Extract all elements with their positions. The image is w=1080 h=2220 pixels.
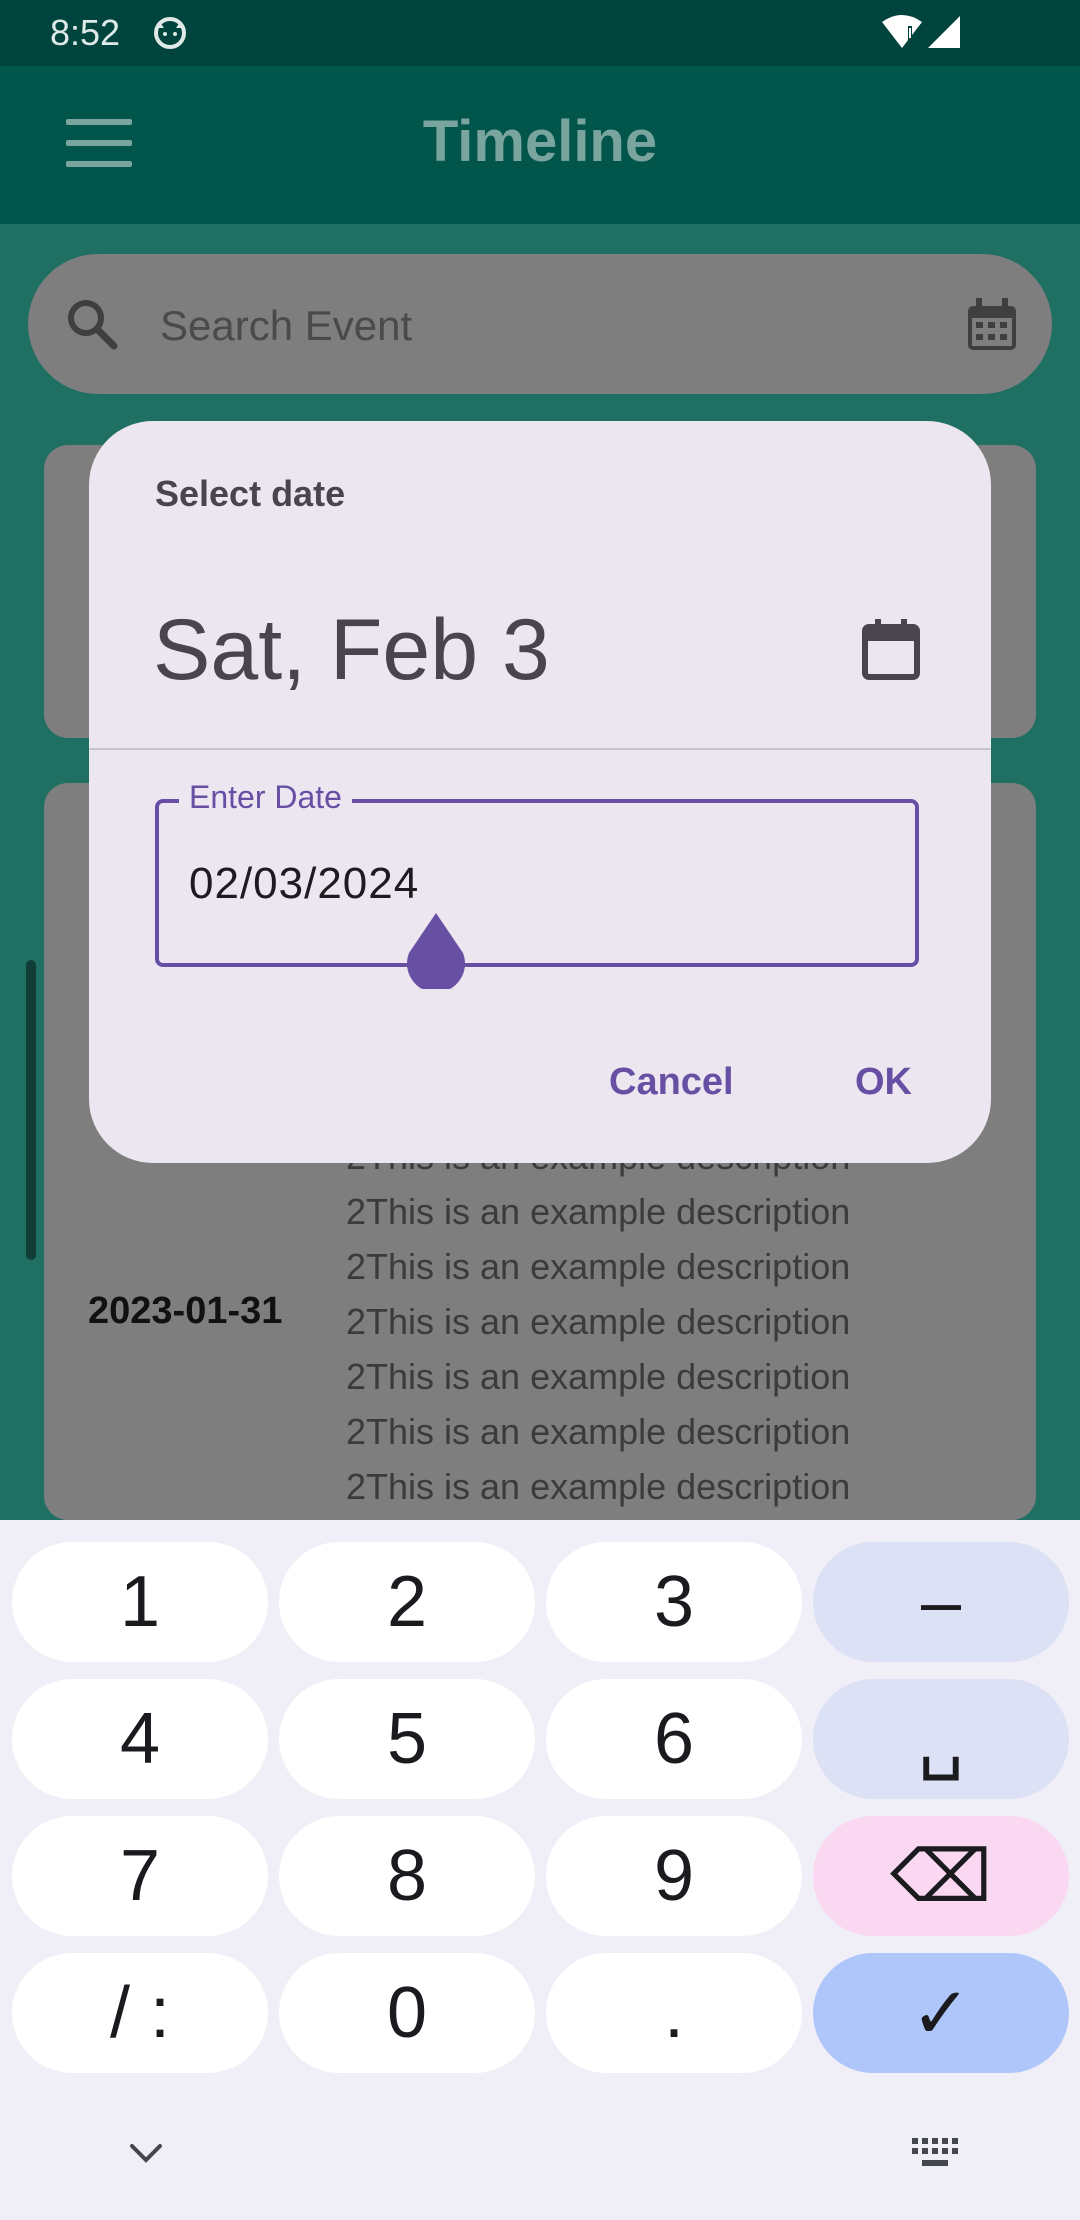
event-date: 2023-01-31 (88, 1290, 283, 1332)
enter-key[interactable]: ✓ (813, 1953, 1069, 2073)
page-title: Timeline (422, 109, 658, 174)
event-description-line: 2This is an example description (346, 1301, 851, 1342)
key-slash-colon[interactable]: / : (12, 1953, 268, 2073)
wifi-icon (882, 15, 922, 48)
key-1[interactable]: 1 (12, 1542, 268, 1662)
dialog-title: Select date (155, 473, 346, 514)
cancel-button[interactable]: Cancel (609, 1061, 734, 1104)
keyboard-switch-icon[interactable] (910, 2136, 958, 2172)
key-6[interactable]: 6 (546, 1679, 802, 1799)
key-4[interactable]: 4 (12, 1679, 268, 1799)
event-description-line: 2This is an example description (346, 1411, 851, 1452)
event-description-line: 2This is an example description (346, 1466, 851, 1507)
key-dash[interactable]: – (813, 1542, 1069, 1662)
event-description-line: 2This is an example description (346, 1191, 851, 1232)
selected-date-headline: Sat, Feb 3 (153, 602, 550, 698)
numeric-keyboard: 1 2 3 – 4 5 6 ␣ 7 8 9 ⌫ / : 0 . ✓ (0, 1520, 1080, 2220)
calendar-mode-icon[interactable] (859, 617, 923, 681)
text-cursor-handle[interactable] (405, 913, 467, 989)
key-3[interactable]: 3 (546, 1542, 802, 1662)
signal-icon (928, 16, 960, 48)
date-picker-dialog: Select date Sat, Feb 3 Enter Date 02/03/… (89, 421, 991, 1163)
key-2[interactable]: 2 (279, 1542, 535, 1662)
key-9[interactable]: 9 (546, 1816, 802, 1936)
search-input[interactable]: Search Event (160, 302, 412, 350)
notification-cat-icon (154, 17, 186, 49)
key-5[interactable]: 5 (279, 1679, 535, 1799)
calendar-icon[interactable] (962, 294, 1022, 354)
key-space[interactable]: ␣ (813, 1679, 1069, 1799)
date-field-value[interactable]: 02/03/2024 (189, 859, 419, 909)
key-8[interactable]: 8 (279, 1816, 535, 1936)
divider (89, 748, 991, 750)
backspace-key[interactable]: ⌫ (813, 1816, 1069, 1936)
chevron-down-icon[interactable] (126, 2138, 166, 2168)
date-field-label: Enter Date (179, 779, 352, 816)
event-description-line: 2This is an example description (346, 1246, 851, 1287)
search-icon (68, 300, 118, 350)
scrollbar[interactable] (26, 960, 36, 1260)
key-0[interactable]: 0 (279, 1953, 535, 2073)
status-time: 8:52 (50, 12, 121, 53)
event-description-line: 2This is an example description (346, 1356, 851, 1397)
ok-button[interactable]: OK (855, 1061, 912, 1104)
key-period[interactable]: . (546, 1953, 802, 2073)
key-7[interactable]: 7 (12, 1816, 268, 1936)
